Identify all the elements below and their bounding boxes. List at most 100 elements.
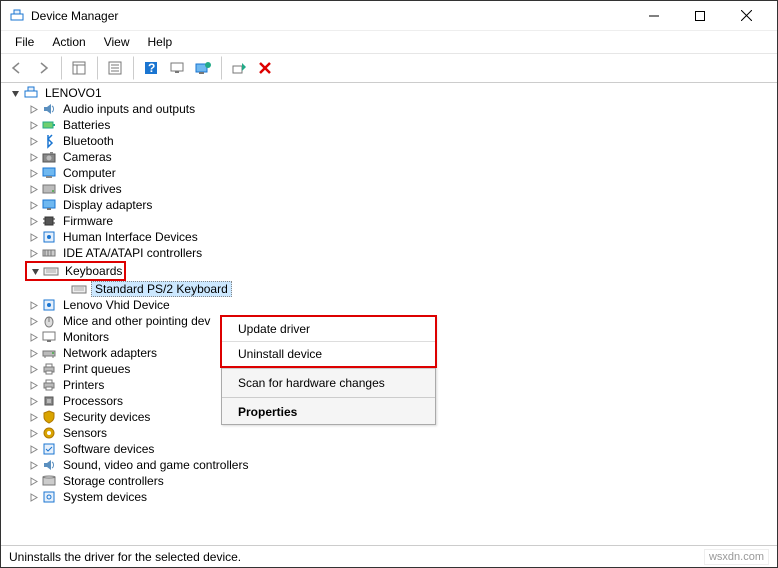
tree-node[interactable]: Cameras <box>5 149 777 165</box>
properties-button[interactable] <box>103 56 127 80</box>
tree-node-label: Human Interface Devices <box>61 230 200 244</box>
maximize-button[interactable] <box>677 1 723 31</box>
device-tree[interactable]: LENOVO1Audio inputs and outputsBatteries… <box>1 83 777 545</box>
tree-node[interactable]: IDE ATA/ATAPI controllers <box>5 245 777 261</box>
tree-node[interactable]: Sound, video and game controllers <box>5 457 777 473</box>
chevron-right-icon[interactable] <box>27 315 39 327</box>
tree-node[interactable]: Display adapters <box>5 197 777 213</box>
tree-node-label: Print queues <box>61 362 132 376</box>
keyboard-icon <box>43 263 59 279</box>
chevron-right-icon[interactable] <box>27 459 39 471</box>
chevron-down-icon[interactable] <box>29 265 41 277</box>
tree-node-label: Network adapters <box>61 346 159 360</box>
tree-node-label: Batteries <box>61 118 112 132</box>
chevron-right-icon[interactable] <box>57 283 69 295</box>
title-bar: Device Manager <box>1 1 777 31</box>
tree-node[interactable]: Lenovo Vhid Device <box>5 297 777 313</box>
chip-icon <box>41 213 57 229</box>
chevron-right-icon[interactable] <box>27 331 39 343</box>
chevron-right-icon[interactable] <box>27 231 39 243</box>
close-button[interactable] <box>723 1 769 31</box>
menu-view[interactable]: View <box>96 33 138 51</box>
tree-node[interactable]: Human Interface Devices <box>5 229 777 245</box>
tree-node[interactable]: Standard PS/2 Keyboard <box>5 281 777 297</box>
forward-button[interactable] <box>31 56 55 80</box>
tree-node-label: Computer <box>61 166 118 180</box>
show-hide-tree-button[interactable] <box>67 56 91 80</box>
update-driver-button[interactable] <box>191 56 215 80</box>
minimize-button[interactable] <box>631 1 677 31</box>
chevron-right-icon[interactable] <box>27 215 39 227</box>
chevron-right-icon[interactable] <box>27 347 39 359</box>
monitor-icon <box>41 329 57 345</box>
enable-device-button[interactable] <box>227 56 251 80</box>
chevron-right-icon[interactable] <box>27 103 39 115</box>
chevron-right-icon[interactable] <box>27 395 39 407</box>
tree-node-label: Processors <box>61 394 125 408</box>
chevron-right-icon[interactable] <box>27 119 39 131</box>
battery-icon <box>41 117 57 133</box>
tree-node[interactable]: Firmware <box>5 213 777 229</box>
computer-root-icon <box>23 85 39 101</box>
tree-node-label: Printers <box>61 378 106 392</box>
storage-icon <box>41 473 57 489</box>
chevron-right-icon[interactable] <box>27 199 39 211</box>
back-button[interactable] <box>5 56 29 80</box>
content-area: LENOVO1Audio inputs and outputsBatteries… <box>1 83 777 545</box>
system-icon <box>41 489 57 505</box>
chevron-right-icon[interactable] <box>27 183 39 195</box>
chevron-right-icon[interactable] <box>27 247 39 259</box>
tree-node[interactable]: Disk drives <box>5 181 777 197</box>
chevron-right-icon[interactable] <box>27 299 39 311</box>
mouse-icon <box>41 313 57 329</box>
chevron-down-icon[interactable] <box>9 87 21 99</box>
tree-node-label: IDE ATA/ATAPI controllers <box>61 246 204 260</box>
menu-file[interactable]: File <box>7 33 42 51</box>
menu-action[interactable]: Action <box>44 33 93 51</box>
chevron-right-icon[interactable] <box>27 167 39 179</box>
chevron-right-icon[interactable] <box>27 427 39 439</box>
sensor-icon <box>41 425 57 441</box>
tree-node[interactable]: LENOVO1 <box>5 85 777 101</box>
tree-node[interactable]: Keyboards <box>27 263 124 279</box>
help-icon[interactable]: ? <box>139 56 163 80</box>
chevron-right-icon[interactable] <box>27 411 39 423</box>
ctx-uninstall-device[interactable]: Uninstall device <box>222 341 435 366</box>
separator <box>132 56 134 80</box>
ctx-scan-hardware[interactable]: Scan for hardware changes <box>222 371 435 395</box>
tree-node[interactable]: Audio inputs and outputs <box>5 101 777 117</box>
highlighted-category: Keyboards <box>25 261 126 281</box>
chevron-right-icon[interactable] <box>27 475 39 487</box>
printer-icon <box>41 377 57 393</box>
tree-node-label: Bluetooth <box>61 134 116 148</box>
tree-node-label: Sound, video and game controllers <box>61 458 250 472</box>
chevron-right-icon[interactable] <box>27 443 39 455</box>
ctx-properties[interactable]: Properties <box>222 400 435 424</box>
uninstall-device-button[interactable] <box>253 56 277 80</box>
chevron-right-icon[interactable] <box>27 379 39 391</box>
tree-node-label: Standard PS/2 Keyboard <box>91 281 232 297</box>
tree-node[interactable]: Sensors <box>5 425 777 441</box>
context-menu: Update driver Uninstall device Scan for … <box>221 316 436 425</box>
tree-node[interactable]: System devices <box>5 489 777 505</box>
keyboard-icon <box>71 281 87 297</box>
separator <box>220 56 222 80</box>
tree-node[interactable]: Bluetooth <box>5 133 777 149</box>
chevron-right-icon[interactable] <box>27 491 39 503</box>
tree-node[interactable]: Batteries <box>5 117 777 133</box>
window-title: Device Manager <box>31 9 631 23</box>
watermark: wsxdn.com <box>704 549 769 565</box>
status-bar: Uninstalls the driver for the selected d… <box>1 545 777 567</box>
ctx-update-driver[interactable]: Update driver <box>222 317 435 341</box>
tree-node[interactable]: Computer <box>5 165 777 181</box>
tree-node[interactable]: Storage controllers <box>5 473 777 489</box>
scan-hardware-button[interactable] <box>165 56 189 80</box>
chevron-right-icon[interactable] <box>27 363 39 375</box>
status-text: Uninstalls the driver for the selected d… <box>9 550 241 564</box>
chevron-right-icon[interactable] <box>27 151 39 163</box>
chevron-right-icon[interactable] <box>27 135 39 147</box>
tree-node[interactable]: Software devices <box>5 441 777 457</box>
menu-help[interactable]: Help <box>140 33 181 51</box>
tree-node-label: System devices <box>61 490 149 504</box>
display-icon <box>41 197 57 213</box>
